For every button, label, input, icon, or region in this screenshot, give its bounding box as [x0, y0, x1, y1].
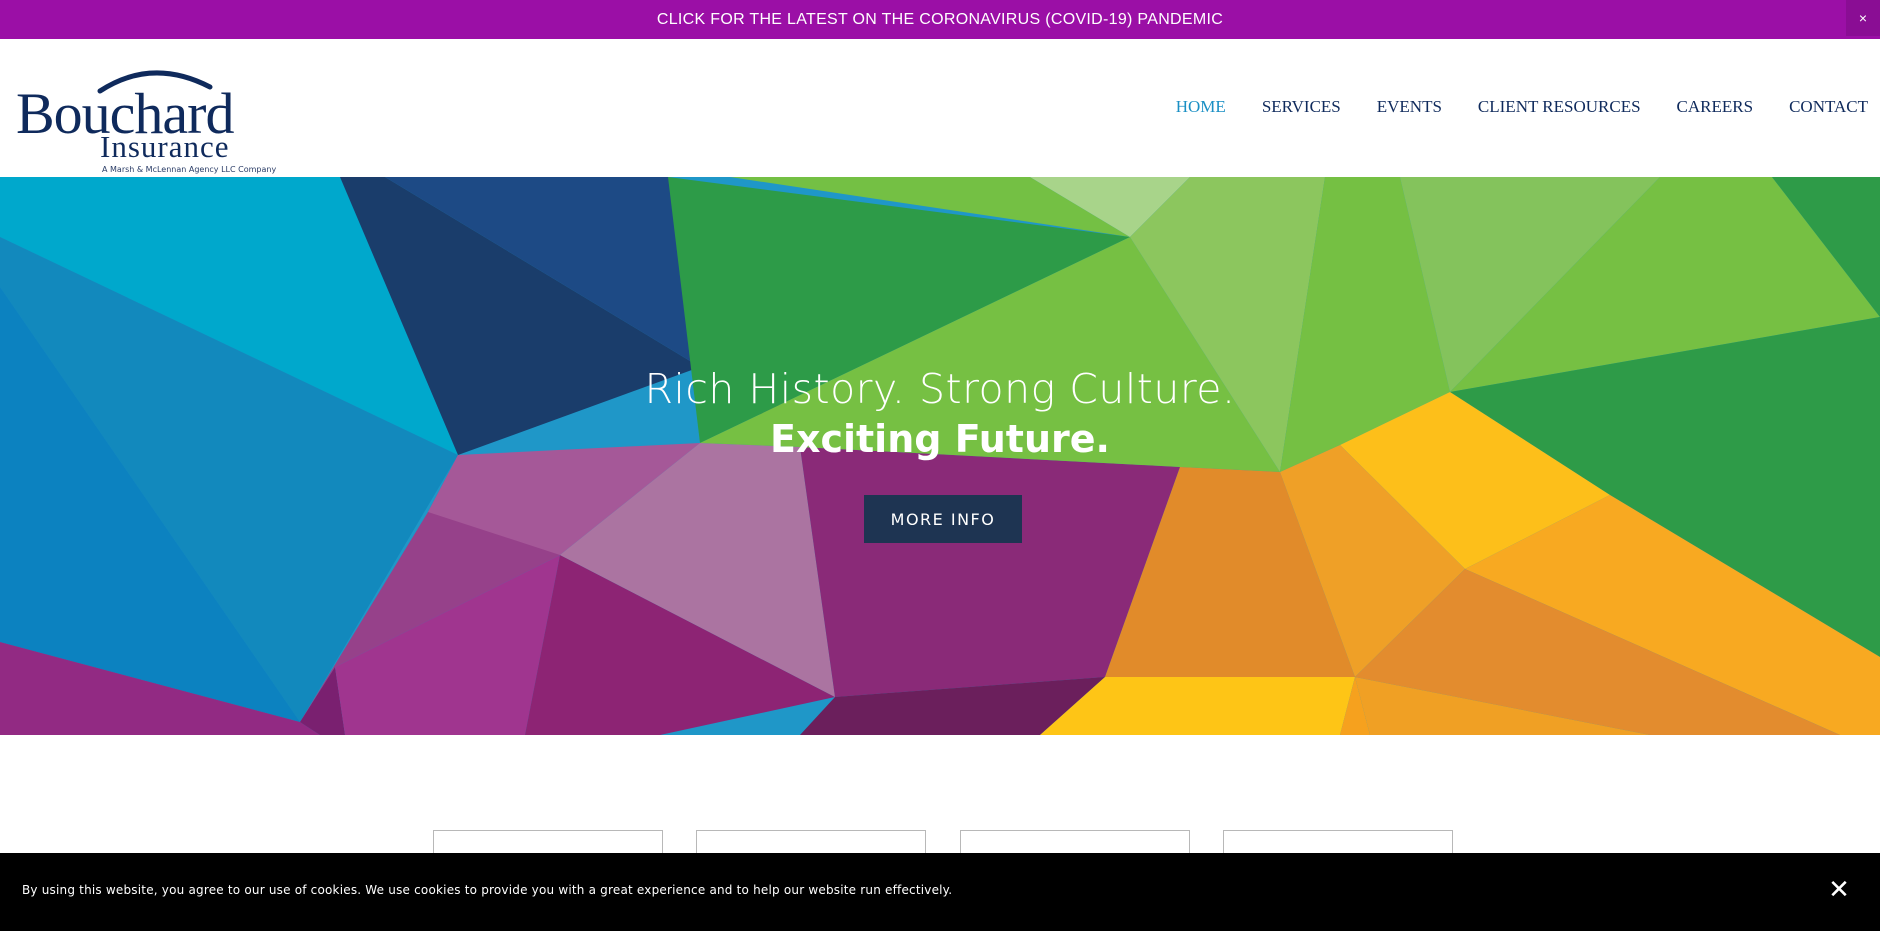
- close-icon: ×: [1858, 10, 1868, 26]
- announcement-banner: CLICK FOR THE LATEST ON THE CORONAVIRUS …: [0, 0, 1880, 39]
- cookie-close-button[interactable]: ✕: [1824, 875, 1854, 905]
- logo-subtitle: Insurance: [100, 129, 230, 164]
- banner-close-button[interactable]: ×: [1846, 0, 1880, 36]
- hero-heading: Rich History. Strong Culture.: [644, 365, 1236, 413]
- nav-item-home[interactable]: HOME: [1176, 97, 1226, 117]
- site-header: Bouchard Insurance A Marsh & McLennan Ag…: [0, 39, 1880, 177]
- nav-item-services[interactable]: SERVICES: [1262, 97, 1341, 117]
- cookie-notice-text: By using this website, you agree to our …: [22, 883, 953, 897]
- hero-subheading: Exciting Future.: [770, 417, 1110, 461]
- nav-item-careers[interactable]: CAREERS: [1677, 97, 1754, 117]
- logo[interactable]: Bouchard Insurance A Marsh & McLennan Ag…: [14, 57, 276, 174]
- page: CLICK FOR THE LATEST ON THE CORONAVIRUS …: [0, 0, 1880, 931]
- nav-item-client-resources[interactable]: CLIENT RESOURCES: [1478, 97, 1641, 117]
- hero-section: Rich History. Strong Culture. Exciting F…: [0, 177, 1880, 735]
- close-icon: ✕: [1828, 875, 1850, 905]
- nav-item-contact[interactable]: CONTACT: [1789, 97, 1868, 117]
- covid-banner-link[interactable]: CLICK FOR THE LATEST ON THE CORONAVIRUS …: [657, 11, 1223, 29]
- hero-text: Rich History. Strong Culture. Exciting F…: [0, 177, 1880, 735]
- main-nav: HOME SERVICES EVENTS CLIENT RESOURCES CA…: [1140, 97, 1868, 117]
- more-info-button[interactable]: MORE INFO: [864, 495, 1022, 543]
- logo-tagline: A Marsh & McLennan Agency LLC Company: [102, 165, 277, 174]
- cookie-bar: By using this website, you agree to our …: [0, 853, 1880, 931]
- nav-item-events[interactable]: EVENTS: [1377, 97, 1442, 117]
